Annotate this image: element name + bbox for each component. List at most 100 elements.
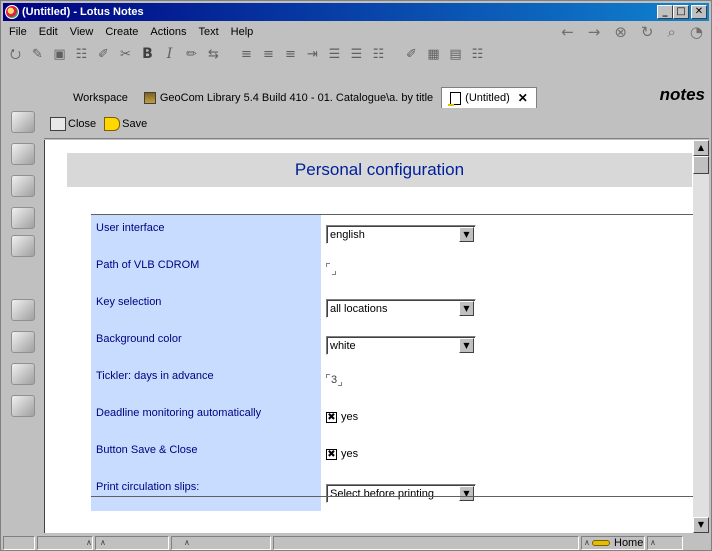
window-title: (Untitled) - Lotus Notes (22, 6, 144, 18)
menu-bar: File Edit View Create Actions Text Help … (3, 22, 709, 42)
tab-workspace-label: Workspace (73, 92, 128, 104)
close-tab-icon[interactable]: ✕ (518, 91, 528, 105)
chevron-down-icon[interactable]: ▼ (459, 338, 474, 353)
align-center-icon[interactable]: ≡ (260, 46, 277, 63)
action-bar: Close Save (44, 109, 709, 139)
document-area: Personal configuration User interface en… (44, 140, 693, 533)
address-book-bookmark-icon[interactable] (11, 175, 35, 197)
status-cell[interactable]: ∧ (171, 535, 271, 550)
menu-text[interactable]: Text (192, 26, 224, 38)
font-icon[interactable]: ✐ (95, 46, 112, 63)
lotus-notes-app-icon[interactable] (5, 5, 19, 19)
lotus-notes-window: (Untitled) - Lotus Notes _ □ ✕ File Edit… (0, 0, 712, 551)
scroll-up-icon[interactable]: ▲ (693, 140, 709, 156)
close-action-label: Close (68, 117, 97, 130)
todo-bookmark-icon[interactable] (11, 207, 35, 229)
maximize-button[interactable]: □ (673, 5, 689, 19)
hotspot-icon[interactable]: ☷ (469, 46, 486, 63)
section-icon[interactable]: ▦ (425, 46, 442, 63)
folder-bookmark-icon[interactable] (11, 363, 35, 385)
back-icon[interactable]: ← (561, 23, 574, 41)
tickler-days-field[interactable]: 3 (326, 374, 343, 386)
highlight-icon[interactable]: ✏ (183, 46, 200, 63)
spell-check-icon[interactable]: ☷ (370, 46, 387, 63)
status-message (273, 535, 579, 550)
tab-geocom-library[interactable]: GeoCom Library 5.4 Build 410 - 01. Catal… (136, 89, 441, 107)
deadline-monitoring-checkbox[interactable]: ✖ yes (326, 411, 358, 423)
window-tabs: Workspace GeoCom Library 5.4 Build 410 -… (3, 85, 709, 108)
insert-table-icon[interactable]: ▤ (447, 46, 464, 63)
menu-help[interactable]: Help (225, 26, 260, 38)
bold-icon[interactable]: B (139, 46, 156, 63)
user-interface-select[interactable]: english ▼ (326, 225, 476, 244)
forward-icon[interactable]: → (588, 23, 601, 41)
close-window-button[interactable]: ✕ (691, 5, 707, 19)
document-header: Personal configuration (67, 153, 692, 187)
menu-create[interactable]: Create (99, 26, 144, 38)
chevron-down-icon[interactable]: ▼ (459, 301, 474, 316)
navigator-icon[interactable]: ⭮ (7, 46, 24, 63)
text-properties-icon[interactable]: ☷ (73, 46, 90, 63)
field-row-save-close: Button Save & Close ✖ yes (91, 437, 693, 474)
field-label: Background color (91, 326, 321, 363)
checkbox-checked-icon[interactable]: ✖ (326, 448, 337, 460)
calendar-bookmark-icon[interactable] (11, 143, 35, 165)
tab-untitled[interactable]: (Untitled) ✕ (441, 87, 537, 108)
menu-actions[interactable]: Actions (144, 26, 192, 38)
key-selection-value: all locations (330, 303, 388, 315)
print-slips-value: Select before printing (330, 488, 434, 500)
close-action-button[interactable]: Close (50, 116, 97, 131)
vertical-scrollbar[interactable]: ▲ ▼ (693, 140, 709, 533)
save-close-checkbox[interactable]: ✖ yes (326, 448, 358, 460)
background-color-select[interactable]: white ▼ (326, 336, 476, 355)
menu-edit[interactable]: Edit (33, 26, 64, 38)
tab-geocom-library-label: GeoCom Library 5.4 Build 410 - 01. Catal… (159, 92, 434, 104)
status-cell[interactable]: ∧ (95, 535, 169, 550)
refresh-icon[interactable]: ↻ (641, 23, 654, 41)
field-row-print-slips: Print circulation slips: Select before p… (91, 474, 693, 511)
scroll-down-icon[interactable]: ▼ (693, 517, 709, 533)
menu-view[interactable]: View (64, 26, 100, 38)
mail-status-cell[interactable]: ∧ (647, 535, 683, 550)
background-color-value: white (330, 340, 356, 352)
outdent-icon[interactable]: ⇥ (304, 46, 321, 63)
list-number-icon[interactable]: ☰ (348, 46, 365, 63)
tab-workspace[interactable]: Workspace (65, 89, 136, 107)
title-bar[interactable]: (Untitled) - Lotus Notes _ □ ✕ (3, 3, 709, 21)
attach-icon[interactable]: ✂ (117, 46, 134, 63)
italic-icon[interactable]: I (161, 46, 178, 63)
favorites-bookmark-icon[interactable] (11, 299, 35, 321)
edit-icon[interactable]: ✎ (29, 46, 46, 63)
status-cell[interactable]: ∧ (37, 535, 93, 550)
field-row-background-color: Background color white ▼ (91, 326, 693, 363)
databases-bookmark-icon[interactable] (11, 331, 35, 353)
mail-bookmark-icon[interactable] (11, 111, 35, 133)
location-cell[interactable]: ∧ Home (581, 535, 645, 550)
chevron-down-icon[interactable]: ▼ (459, 486, 474, 501)
checkbox-checked-icon[interactable]: ✖ (326, 411, 337, 423)
align-left-icon[interactable]: ≡ (238, 46, 255, 63)
search-icon[interactable]: ⌕ (668, 23, 676, 41)
scroll-thumb[interactable] (693, 156, 709, 174)
list-bullet-icon[interactable]: ☰ (326, 46, 343, 63)
tickler-days-value: 3 (331, 374, 338, 386)
minimize-button[interactable]: _ (657, 5, 673, 19)
save-action-label: Save (122, 117, 148, 130)
properties-icon[interactable]: ▣ (51, 46, 68, 63)
stop-icon[interactable]: ⊗ (614, 23, 627, 41)
chevron-down-icon[interactable]: ▼ (459, 227, 474, 242)
key-selection-select[interactable]: all locations ▼ (326, 299, 476, 318)
field-label: Deadline monitoring automatically (91, 400, 321, 437)
print-slips-select[interactable]: Select before printing ▼ (326, 484, 476, 503)
web-bookmark-icon[interactable] (11, 395, 35, 417)
replicator-bookmark-icon[interactable] (11, 235, 35, 257)
save-action-button[interactable]: Save (104, 116, 148, 131)
field-row-deadline-monitoring: Deadline monitoring automatically ✖ yes (91, 400, 693, 437)
indent-icon[interactable]: ≡ (282, 46, 299, 63)
bullet-icon[interactable]: ⇆ (205, 46, 222, 63)
menu-file[interactable]: File (3, 26, 33, 38)
vlb-path-field[interactable] (326, 263, 336, 275)
table-icon[interactable]: ✐ (403, 46, 420, 63)
status-cell[interactable] (3, 535, 35, 550)
globe-icon[interactable]: ◔ (690, 23, 703, 41)
